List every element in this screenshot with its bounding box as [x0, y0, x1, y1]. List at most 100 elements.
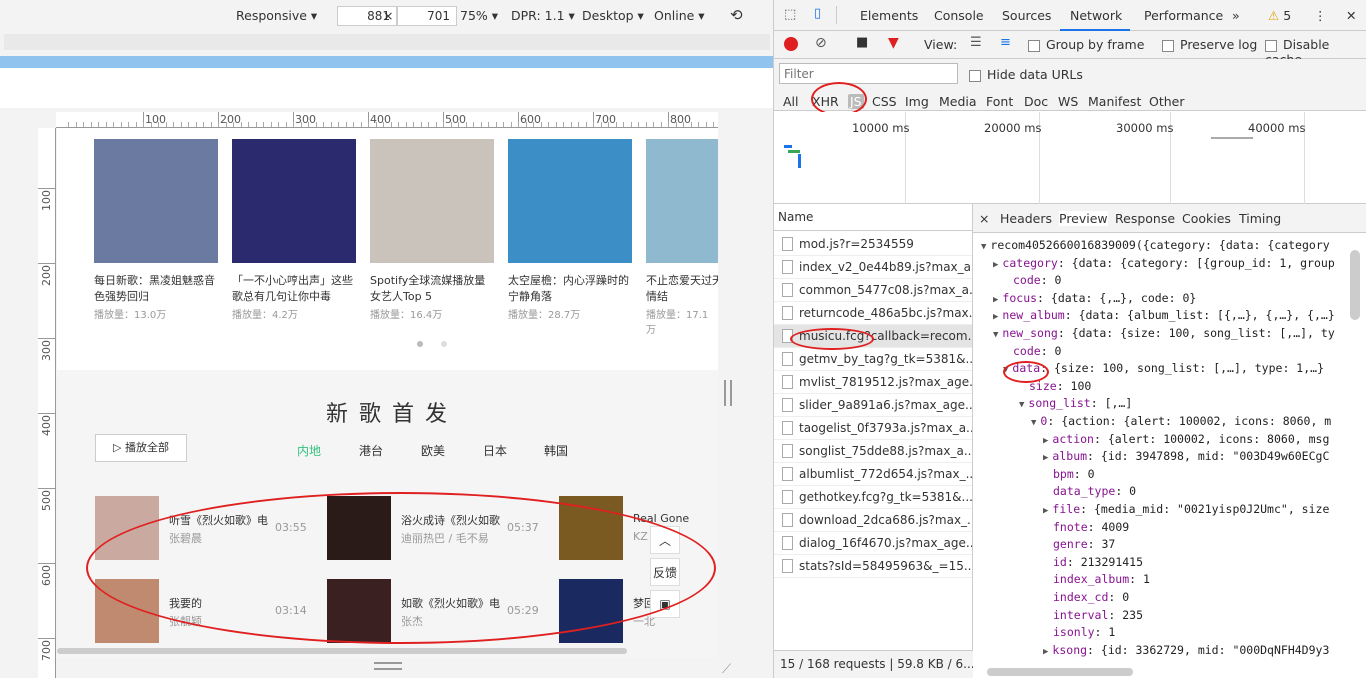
list-view-icon[interactable]: ☰ — [970, 35, 982, 50]
group-by-frame-box[interactable] — [1028, 39, 1040, 52]
more-tabs-button[interactable]: » — [1232, 8, 1240, 23]
clear-icon[interactable]: ⊘ — [815, 35, 827, 51]
request-row[interactable]: taogelist_0f3793a.js?max_a... — [774, 417, 972, 440]
height-input[interactable]: 701 — [397, 6, 457, 26]
tab-network[interactable]: Network — [1070, 8, 1122, 23]
playlist-cover[interactable] — [646, 139, 718, 263]
type-all[interactable]: All — [783, 94, 799, 109]
horizontal-scrollbar[interactable] — [57, 648, 627, 654]
inspect-icon[interactable]: ⬚ — [784, 7, 796, 22]
json-line[interactable]: ▶ ksong: {id: 3362729, mid: "000DqNFH4D9y… — [1043, 643, 1329, 657]
zoom-select[interactable]: 75% ▾ — [460, 8, 498, 23]
horizontal-scrollbar[interactable] — [987, 668, 1133, 676]
playlist-cover[interactable] — [94, 139, 218, 263]
json-line[interactable]: ▼ 0: {action: {alert: 100002, icons: 8060… — [1031, 414, 1331, 428]
type-ws[interactable]: WS — [1058, 94, 1078, 109]
json-line[interactable]: ▶ category: {data: {category: [{group_id:… — [993, 256, 1335, 270]
type-media[interactable]: Media — [939, 94, 977, 109]
tab-sources[interactable]: Sources — [1002, 8, 1051, 23]
request-row[interactable]: dialog_16f4670.js?max_age... — [774, 532, 972, 555]
tab-korea[interactable]: 韩国 — [544, 442, 568, 459]
playlist-cover[interactable] — [508, 139, 632, 263]
json-line[interactable]: ▼ recom4052660016839009({category: {data:… — [981, 238, 1330, 252]
request-row[interactable]: gethotkey.fcg?g_tk=5381&... — [774, 486, 972, 509]
name-column-header[interactable]: Name — [774, 204, 972, 231]
preserve-log-checkbox[interactable]: Preserve log — [1162, 37, 1257, 52]
warning-icon[interactable]: ⚠ 5 — [1268, 8, 1291, 23]
play-all-button[interactable]: ▷ 播放全部 — [95, 434, 187, 462]
request-row[interactable]: mvlist_7819512.js?max_age... — [774, 371, 972, 394]
json-line[interactable]: ▶ focus: {data: {,…}, code: 0} — [993, 291, 1196, 305]
hide-data-urls-box[interactable] — [969, 69, 981, 82]
type-font[interactable]: Font — [986, 94, 1013, 109]
request-row[interactable]: stats?sId=58495963&_=15... — [774, 555, 972, 578]
type-other[interactable]: Other — [1149, 94, 1185, 109]
request-row[interactable]: index_v2_0e44b89.js?max_a... — [774, 256, 972, 279]
request-row[interactable]: mod.js?r=2534559 — [774, 233, 972, 256]
tab-hktw[interactable]: 港台 — [359, 442, 383, 459]
carousel-dot[interactable] — [441, 341, 447, 347]
bottom-resize-handle[interactable] — [374, 662, 402, 670]
tab-headers[interactable]: Headers — [1000, 211, 1052, 226]
type-manifest[interactable]: Manifest — [1088, 94, 1141, 109]
network-select[interactable]: Online ▾ — [654, 8, 705, 23]
request-row[interactable]: download_2dca686.js?max_... — [774, 509, 972, 532]
request-row[interactable]: getmv_by_tag?g_tk=5381&... — [774, 348, 972, 371]
breakpoint-bar[interactable] — [0, 56, 773, 68]
request-row[interactable]: slider_9a891a6.js?max_age... — [774, 394, 972, 417]
tab-cookies[interactable]: Cookies — [1182, 211, 1231, 226]
tab-western[interactable]: 欧美 — [421, 442, 445, 459]
json-line[interactable]: ▼ new_song: {data: {size: 100, song_list:… — [993, 326, 1335, 340]
tab-preview[interactable]: Preview — [1059, 211, 1108, 226]
filter-icon[interactable]: ▼ — [888, 35, 899, 51]
dpr-select[interactable]: DPR: 1.1 ▾ — [511, 8, 575, 23]
json-line[interactable]: ▼ data: {size: 100, song_list: [,…], type… — [1003, 361, 1324, 375]
playlist-title[interactable]: 不止恋爱天过天中的校园情结 — [646, 273, 718, 305]
preserve-log-box[interactable] — [1162, 39, 1174, 52]
type-css[interactable]: CSS — [872, 94, 897, 109]
carousel-dot-active[interactable] — [417, 341, 423, 347]
playlist-cover[interactable] — [370, 139, 494, 263]
tab-response[interactable]: Response — [1115, 211, 1175, 226]
hide-data-urls-checkbox[interactable]: Hide data URLs — [969, 67, 1083, 82]
request-row[interactable]: common_5477c08.js?max_a... — [774, 279, 972, 302]
tab-console[interactable]: Console — [934, 8, 984, 23]
json-line[interactable]: ▶ album: {id: 3947898, mid: "003D49w60ECg… — [1043, 449, 1329, 463]
device-toggle-icon[interactable]: ▯ — [814, 6, 821, 21]
playlist-title[interactable]: 太空屋檐：内心浮躁时的宁静角落 — [508, 273, 632, 305]
json-line[interactable]: ▶ new_album: {data: {album_list: [{,…}, {… — [993, 308, 1335, 322]
request-row[interactable]: albumlist_772d654.js?max_... — [774, 463, 972, 486]
playlist-cover[interactable] — [232, 139, 356, 263]
resize-handle[interactable] — [724, 380, 732, 406]
json-line[interactable]: ▶ file: {media_mid: "0021yisp0J2Umc", siz… — [1043, 502, 1329, 516]
disable-cache-box[interactable] — [1265, 39, 1277, 52]
camera-icon[interactable]: ■ — [856, 35, 868, 50]
close-icon[interactable]: ✕ — [1346, 8, 1356, 23]
request-row[interactable]: songlist_75dde88.js?max_a... — [774, 440, 972, 463]
close-detail-icon[interactable]: × — [979, 211, 989, 226]
json-line[interactable]: ▶ action: {alert: 100002, icons: 8060, ms… — [1043, 432, 1329, 446]
waterfall-view-icon[interactable]: ≡ — [1000, 35, 1011, 50]
media-query-bar[interactable] — [4, 34, 770, 50]
tab-mainland[interactable]: 内地 — [297, 442, 321, 459]
filter-input[interactable] — [779, 63, 958, 84]
tab-japan[interactable]: 日本 — [483, 442, 507, 459]
group-by-frame-checkbox[interactable]: Group by frame — [1028, 37, 1144, 52]
playlist-title[interactable]: 「一不小心哼出声」这些歌总有几句让你中毒 — [232, 273, 356, 305]
request-row[interactable]: returncode_486a5bc.js?max... — [774, 302, 972, 325]
type-img[interactable]: Img — [905, 94, 929, 109]
menu-icon[interactable]: ⋮ — [1314, 8, 1327, 23]
corner-resize-icon[interactable]: ⟋ — [722, 662, 731, 677]
tab-elements[interactable]: Elements — [860, 8, 918, 23]
network-overview[interactable]: 10000 ms 20000 ms 30000 ms 40000 ms — [774, 112, 1366, 204]
tab-timing[interactable]: Timing — [1239, 211, 1281, 226]
vertical-scrollbar[interactable] — [1350, 250, 1360, 320]
json-line[interactable]: ▼ song_list: [,…] — [1019, 396, 1132, 410]
rotate-icon[interactable]: ⟲ — [730, 6, 743, 24]
record-icon[interactable] — [784, 37, 798, 51]
tab-performance[interactable]: Performance — [1144, 8, 1223, 23]
playlist-title[interactable]: Spotify全球流媒播放量女艺人Top 5 — [370, 273, 494, 305]
type-doc[interactable]: Doc — [1024, 94, 1048, 109]
playlist-title[interactable]: 每日新歌：黑凌姐魅惑音色强势回归 — [94, 273, 218, 305]
mode-select[interactable]: Desktop ▾ — [582, 8, 644, 23]
